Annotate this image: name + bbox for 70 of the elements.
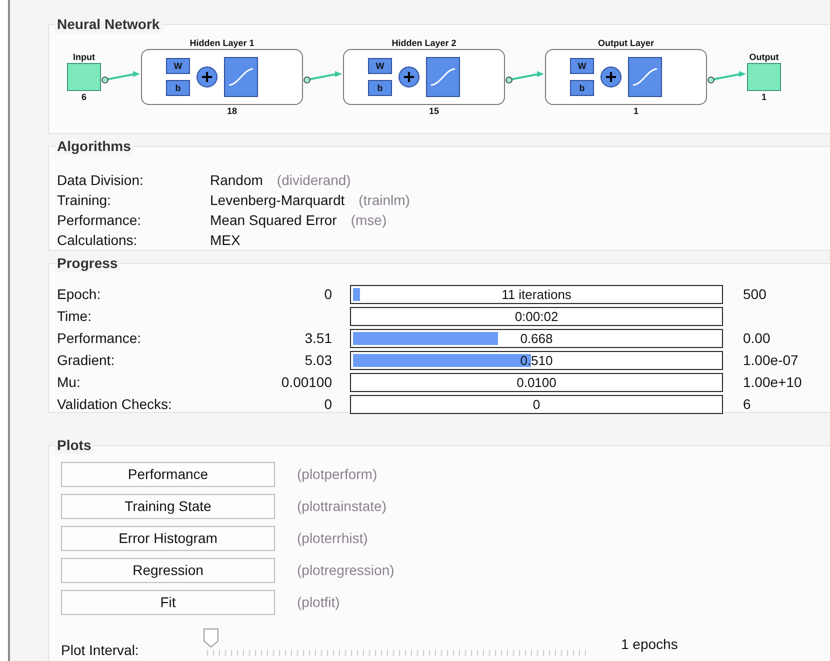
start-value: 0 — [324, 396, 332, 412]
input-block — [67, 63, 101, 91]
end-value: 500 — [743, 285, 766, 304]
progress-label: Performance: — [57, 329, 142, 348]
layer-size: 18 — [226, 105, 237, 117]
output-block — [747, 63, 781, 91]
progress-label: Time: — [57, 307, 92, 326]
end-value: 1.00e+10 — [743, 373, 802, 392]
start-value: 0.00100 — [281, 374, 332, 390]
bias-block: b — [368, 80, 392, 96]
plot-button[interactable]: Training State — [61, 494, 275, 519]
plot-button[interactable]: Regression — [61, 558, 275, 583]
input-label: Input — [73, 51, 95, 63]
end-value: 6 — [743, 395, 751, 414]
algorithm-label: Performance: — [57, 211, 142, 230]
output-label: Output — [749, 51, 779, 63]
layer-size: 15 — [428, 105, 439, 117]
transfer-function-icon — [224, 57, 258, 97]
algorithm-label: Training: — [57, 191, 112, 210]
function-name: (mse) — [350, 211, 387, 230]
plot-button[interactable]: Error Histogram — [61, 526, 275, 551]
start-value: 0 — [324, 286, 332, 302]
plot-button[interactable]: Fit — [61, 590, 275, 615]
plot-button[interactable]: Performance — [61, 462, 275, 487]
sum-icon — [196, 66, 218, 88]
weight-block: W — [368, 58, 392, 74]
function-name: (plottrainstate) — [297, 497, 386, 516]
function-name: (dividerand) — [276, 171, 351, 190]
algorithm-value: Levenberg-Marquardt — [210, 191, 345, 210]
progress-reading: 0.668 — [519, 330, 554, 347]
start-value: 5.03 — [304, 352, 332, 368]
function-name: (plotregression) — [297, 561, 394, 580]
algorithm-value: Mean Squared Error — [210, 211, 337, 230]
algorithm-label: Data Division: — [57, 171, 144, 190]
progress-label: Mu: — [57, 373, 82, 392]
connector-arrow — [101, 70, 141, 84]
function-name: (trainlm) — [358, 191, 410, 210]
layer-title: Hidden Layer 2 — [392, 37, 456, 49]
layer-title: Output Layer — [598, 37, 654, 49]
connector-arrow — [505, 70, 545, 84]
progress-reading: 11 iterations — [500, 286, 572, 303]
transfer-function-icon — [628, 57, 662, 97]
weight-block: W — [570, 58, 594, 74]
bias-block: b — [166, 80, 190, 96]
function-name: (plotperform) — [297, 465, 378, 484]
sum-icon — [600, 66, 622, 88]
algorithm-label: Calculations: — [57, 231, 138, 250]
transfer-function-icon — [426, 57, 460, 97]
progress-label: Epoch: — [57, 285, 102, 304]
end-value: 1.00e-07 — [743, 351, 798, 370]
output-size: 1 — [761, 91, 766, 103]
algorithm-value: MEX — [210, 231, 240, 250]
sum-icon — [398, 66, 420, 88]
plot-interval-label: Plot Interval: — [61, 641, 140, 660]
connector-arrow — [303, 70, 343, 84]
end-value: 0.00 — [743, 329, 770, 348]
progress-label: Validation Checks: — [57, 395, 173, 414]
slider-thumb[interactable] — [203, 628, 219, 648]
layer-title: Hidden Layer 1 — [190, 37, 254, 49]
input-size: 6 — [81, 91, 86, 103]
algorithm-value: Random — [210, 171, 263, 190]
interval-reading: 1 epochs — [621, 635, 678, 654]
connector-arrow — [707, 70, 747, 84]
weight-block: W — [166, 58, 190, 74]
progress-label: Gradient: — [57, 351, 116, 370]
start-value: 3.51 — [304, 330, 332, 346]
function-name: (plotfit) — [297, 593, 340, 612]
function-name: (ploterrhist) — [297, 529, 368, 548]
bias-block: b — [570, 80, 594, 96]
layer-size: 1 — [633, 105, 638, 117]
